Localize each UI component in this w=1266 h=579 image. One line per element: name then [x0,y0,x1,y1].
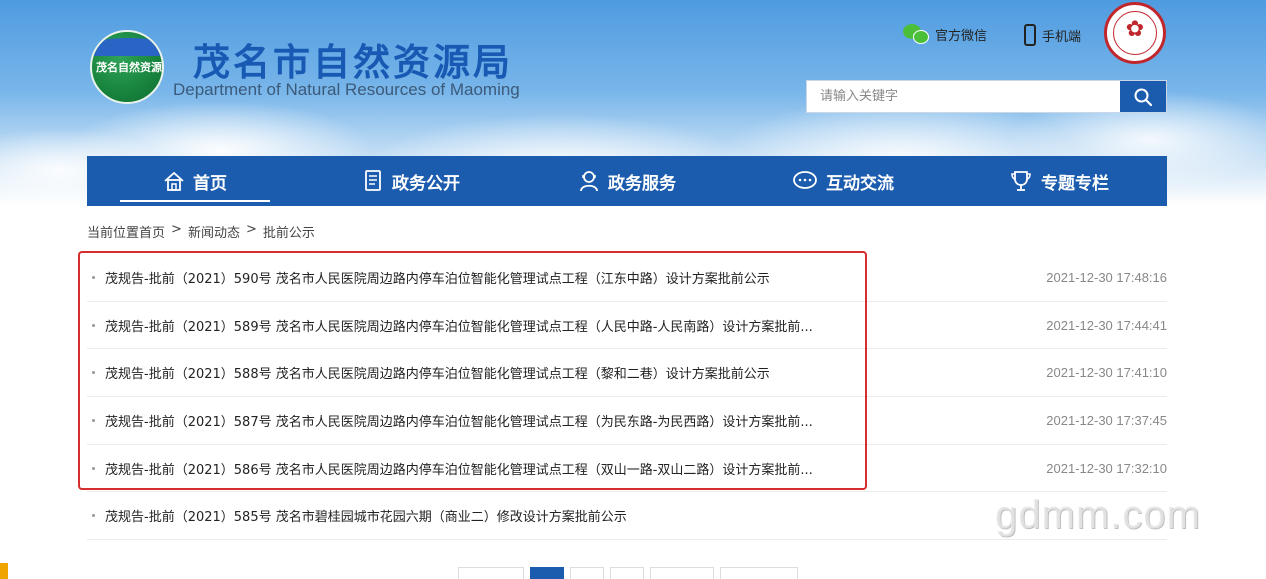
pagination-page[interactable] [570,567,604,579]
list-item-title[interactable]: 茂规告-批前（2021）586号 茂名市人民医院周边路内停车泊位智能化管理试点工… [105,459,813,478]
nav-item-special-topics[interactable]: 专题专栏 [951,156,1167,206]
main-nav: 首页 政务公开 政务服务 互动交流 专题专栏 [87,156,1167,206]
pagination-page-current[interactable] [530,567,564,579]
list-item-title[interactable]: 茂规告-批前（2021）588号 茂名市人民医院周边路内停车泊位智能化管理试点工… [105,363,770,382]
breadcrumb-prefix-label: 当前位置 [87,226,140,241]
mobile-link[interactable]: 手机端 [1024,24,1081,46]
list-item-title-wrap: 茂规告-批前（2021）587号 茂名市人民医院周边路内停车泊位智能化管理试点工… [92,411,813,430]
seal-glyph-icon: ✿ [1125,17,1145,42]
list-item[interactable]: 茂规告-批前（2021）590号 茂名市人民医院周边路内停车泊位智能化管理试点工… [87,254,1167,302]
pagination-prev[interactable] [458,567,524,579]
watermark: gdmm.com [995,493,1201,537]
list-item[interactable]: 茂规告-批前（2021）588号 茂名市人民医院周边路内停车泊位智能化管理试点工… [87,349,1167,398]
government-seal-badge[interactable]: ✿ [1104,2,1166,64]
logo-band [92,38,162,56]
list-item[interactable]: 茂规告-批前（2021）586号 茂名市人民医院周边路内停车泊位智能化管理试点工… [87,445,1167,493]
breadcrumb-prefix: 当前位置首页 [87,222,165,241]
list-item-title-wrap: 茂规告-批前（2021）588号 茂名市人民医院周边路内停车泊位智能化管理试点工… [92,363,770,382]
bullet-icon [92,275,95,279]
document-icon [362,169,384,193]
list-item-title[interactable]: 茂规告-批前（2021）589号 茂名市人民医院周边路内停车泊位智能化管理试点工… [105,316,813,335]
bullet-icon [92,514,95,518]
breadcrumb-link-home[interactable]: 首页 [139,222,165,241]
list-item-date: 2021-12-30 17:37:45 [1046,412,1167,428]
mobile-phone-icon [1024,24,1036,46]
official-wechat-label: 官方微信 [935,28,988,44]
breadcrumb-separator: > [171,222,182,237]
nav-label-interaction: 互动交流 [826,173,894,194]
corner-decoration [0,563,8,579]
chat-icon [792,170,818,192]
list-item-title-wrap: 茂规告-批前（2021）586号 茂名市人民医院周边路内停车泊位智能化管理试点工… [92,459,813,478]
nav-label-government-services: 政务服务 [608,173,676,194]
list-item-date: 2021-12-30 17:44:41 [1046,317,1167,333]
list-item-date: 2021-12-30 17:41:10 [1046,365,1167,381]
nav-label-special-topics: 专题专栏 [1041,173,1109,194]
breadcrumb: 当前位置首页 > 新闻动态 > 批前公示 [87,222,315,241]
search-icon [1134,88,1153,106]
nav-item-government-services[interactable]: 政务服务 [519,156,735,206]
list-item-date: 2021-12-30 17:32:10 [1046,460,1167,476]
wechat-icon [903,24,929,44]
list-item-title[interactable]: 茂规告-批前（2021）587号 茂名市人民医院周边路内停车泊位智能化管理试点工… [105,411,813,430]
search-input[interactable] [807,81,1120,112]
official-wechat-link[interactable]: 官方微信 [903,24,987,44]
list-item-title[interactable]: 茂规告-批前（2021）590号 茂名市人民医院周边路内停车泊位智能化管理试点工… [105,268,770,287]
bullet-icon [92,466,95,470]
list-item-title-wrap: 茂规告-批前（2021）589号 茂名市人民医院周边路内停车泊位智能化管理试点工… [92,316,813,335]
nav-item-government-affairs[interactable]: 政务公开 [303,156,519,206]
bullet-icon [92,323,95,327]
bullet-icon [92,371,95,375]
search-box [806,80,1167,113]
breadcrumb-link-news[interactable]: 新闻动态 [188,222,240,241]
list-item-date: 2021-12-30 17:48:16 [1046,269,1167,285]
home-icon [163,170,185,192]
list-item-title-wrap: 茂规告-批前（2021）585号 茂名市碧桂园城市花园六期（商业二）修改设计方案… [92,506,627,525]
pagination-next[interactable] [650,567,714,579]
mobile-label: 手机端 [1042,29,1082,45]
list-item-title[interactable]: 茂规告-批前（2021）585号 茂名市碧桂园城市花园六期（商业二）修改设计方案… [105,506,627,525]
search-button[interactable] [1120,81,1166,112]
list-item[interactable]: 茂规告-批前（2021）589号 茂名市人民医院周边路内停车泊位智能化管理试点工… [87,302,1167,350]
bullet-icon [92,418,95,422]
pagination [458,567,798,579]
list-item-title-wrap: 茂规告-批前（2021）590号 茂名市人民医院周边路内停车泊位智能化管理试点工… [92,268,770,287]
nav-label-government-affairs: 政务公开 [392,173,460,194]
nav-label-home: 首页 [193,173,227,194]
user-service-icon [578,169,600,193]
breadcrumb-separator: > [245,222,257,237]
nav-item-interaction[interactable]: 互动交流 [735,156,951,206]
site-subtitle: Department of Natural Resources of Maomi… [173,80,520,99]
pagination-page[interactable] [610,567,644,579]
nav-item-home[interactable]: 首页 [87,156,303,206]
logo-text: 茂名自然资源 [96,61,162,74]
breadcrumb-current: 批前公示 [262,226,315,241]
site-title: 茂名市自然资源局 [193,41,513,84]
site-logo[interactable]: 茂名自然资源 [90,30,164,104]
pagination-last[interactable] [720,567,798,579]
list-item[interactable]: 茂规告-批前（2021）587号 茂名市人民医院周边路内停车泊位智能化管理试点工… [87,397,1167,445]
trophy-icon [1009,169,1033,193]
